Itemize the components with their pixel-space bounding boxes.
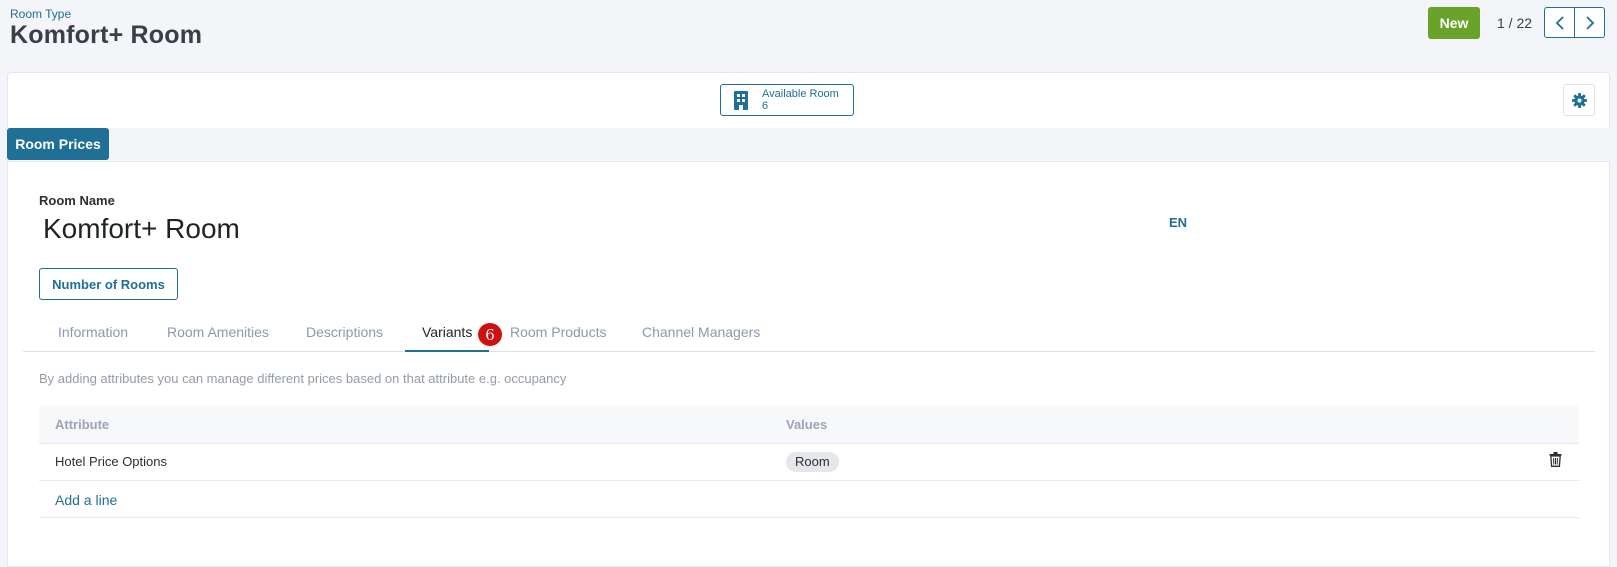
value-tag: Room xyxy=(786,452,839,472)
tabs-divider xyxy=(23,351,1595,352)
language-button[interactable]: EN xyxy=(1169,215,1187,230)
available-room-button[interactable]: Available Room 6 xyxy=(720,84,854,116)
column-header-attribute[interactable]: Attribute xyxy=(55,417,109,432)
tab-room-amenities[interactable]: Room Amenities xyxy=(167,324,269,340)
available-room-label: Available Room xyxy=(762,88,839,100)
settings-button[interactable] xyxy=(1563,84,1595,116)
control-panel: Room Type Komfort+ Room New 1 / 22 xyxy=(0,0,1617,70)
tab-variants[interactable]: Variants xyxy=(422,324,472,340)
building-icon xyxy=(734,91,748,110)
tab-information[interactable]: Information xyxy=(58,324,128,340)
pager-next-button[interactable] xyxy=(1574,7,1605,38)
room-prices-button[interactable]: Room Prices xyxy=(7,128,109,160)
delete-row-button[interactable] xyxy=(1549,452,1562,472)
column-header-values[interactable]: Values xyxy=(786,417,827,432)
number-of-rooms-button[interactable]: Number of Rooms xyxy=(39,268,178,300)
form-sheet xyxy=(7,161,1610,567)
row-divider xyxy=(39,517,1579,518)
available-room-count: 6 xyxy=(762,100,769,112)
table-cell-attribute[interactable]: Hotel Price Options xyxy=(55,454,167,469)
room-name-label: Room Name xyxy=(39,193,115,208)
chevron-left-icon xyxy=(1555,15,1564,30)
new-button[interactable]: New xyxy=(1428,7,1480,39)
tab-channel-managers[interactable]: Channel Managers xyxy=(642,324,760,340)
tab-room-products[interactable]: Room Products xyxy=(510,324,606,340)
pager-previous-button[interactable] xyxy=(1544,7,1575,38)
gear-icon xyxy=(1571,92,1587,108)
add-line-link[interactable]: Add a line xyxy=(55,492,117,508)
row-divider xyxy=(39,480,1579,481)
breadcrumb-parent[interactable]: Room Type xyxy=(10,7,71,21)
chevron-right-icon xyxy=(1585,15,1594,30)
pager-value[interactable]: 1 / 22 xyxy=(1497,15,1532,31)
tab-descriptions[interactable]: Descriptions xyxy=(306,324,383,340)
page-title: Komfort+ Room xyxy=(10,21,203,49)
variants-count-badge: 6 xyxy=(478,323,502,346)
trash-icon xyxy=(1549,452,1562,467)
variants-help-text: By adding attributes you can manage diff… xyxy=(39,371,567,386)
room-name-field[interactable]: Komfort+ Room xyxy=(43,213,240,245)
active-tab-indicator xyxy=(405,350,489,352)
